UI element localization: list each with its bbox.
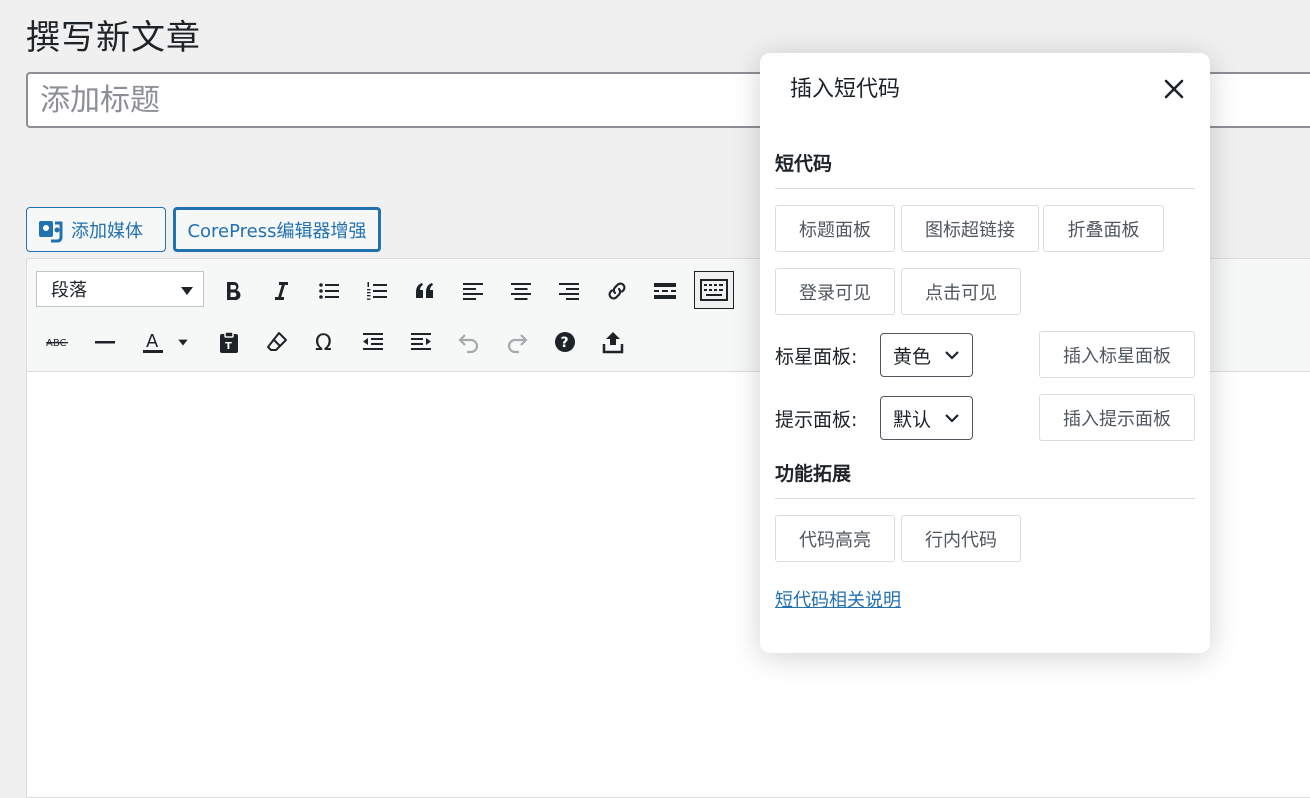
corepress-enhance-button[interactable]: CorePress编辑器增强 [173,207,381,252]
chevron-down-icon [181,287,193,295]
inline-code-button[interactable]: 行内代码 [901,515,1021,562]
media-icon [39,220,63,242]
blockquote-icon[interactable] [407,273,443,309]
indent-icon[interactable] [403,324,439,360]
horizontal-line-icon[interactable] [87,324,123,360]
star-panel-label: 标星面板: [775,346,858,368]
clear-format-icon[interactable] [259,324,295,360]
divider [775,188,1195,189]
italic-icon[interactable] [263,273,299,309]
help-icon[interactable]: ? [547,324,583,360]
format-select-value: 段落 [51,280,87,301]
numbered-list-icon[interactable] [359,273,395,309]
chevron-down-icon [945,414,959,423]
code-highlight-button[interactable]: 代码高亮 [775,515,895,562]
text-color-dropdown-icon[interactable] [171,324,195,360]
add-media-button[interactable]: 添加媒体 [26,207,166,252]
read-more-icon[interactable] [647,273,683,309]
dialog-title: 插入短代码 [790,77,901,102]
insert-tip-panel-button[interactable]: 插入提示面板 [1039,394,1195,441]
chevron-down-icon [945,351,959,360]
title-panel-button[interactable]: 标题面板 [775,205,895,252]
format-select[interactable]: 段落 [36,271,204,307]
redo-icon[interactable] [499,324,535,360]
bold-icon[interactable] [215,273,251,309]
click-visible-button[interactable]: 点击可见 [901,268,1021,315]
svg-text:ABC: ABC [46,338,67,349]
align-right-icon[interactable] [551,273,587,309]
svg-text:A: A [146,331,159,352]
star-panel-select[interactable]: 黄色 [880,333,973,377]
strikethrough-icon[interactable]: ABC [39,324,75,360]
extension-heading: 功能拓展 [775,463,852,485]
add-media-label: 添加媒体 [71,220,143,242]
bullet-list-icon[interactable] [311,273,347,309]
undo-icon[interactable] [451,324,487,360]
tip-panel-select-value: 默认 [893,408,932,431]
svg-text:T: T [225,341,232,352]
outdent-icon[interactable] [355,324,391,360]
divider [775,498,1195,499]
text-color-icon[interactable]: A [135,324,171,360]
upload-icon[interactable] [595,324,631,360]
align-left-icon[interactable] [455,273,491,309]
star-panel-select-value: 黄色 [893,345,932,368]
paste-text-icon[interactable]: T [211,324,247,360]
insert-shortcode-dialog: 插入短代码 短代码 标题面板 图标超链接 折叠面板 登录可见 点击可见 标星面板… [760,53,1210,653]
insert-star-panel-button[interactable]: 插入标星面板 [1039,331,1195,378]
tip-panel-select[interactable]: 默认 [880,396,973,440]
toolbar-toggle-icon[interactable] [694,271,734,309]
collapse-panel-button[interactable]: 折叠面板 [1043,205,1164,252]
tip-panel-label: 提示面板: [775,409,858,431]
page-title: 撰写新文章 [26,18,201,58]
close-icon[interactable] [1158,73,1190,105]
icon-hyperlink-button[interactable]: 图标超链接 [901,205,1039,252]
svg-text:Ω: Ω [315,331,332,354]
link-icon[interactable] [599,273,635,309]
login-visible-button[interactable]: 登录可见 [775,268,895,315]
shortcode-docs-link[interactable]: 短代码相关说明 [775,586,901,612]
svg-text:?: ? [561,335,569,351]
align-center-icon[interactable] [503,273,539,309]
shortcode-heading: 短代码 [775,153,833,175]
special-char-icon[interactable]: Ω [307,324,343,360]
corepress-label: CorePress编辑器增强 [187,220,367,242]
